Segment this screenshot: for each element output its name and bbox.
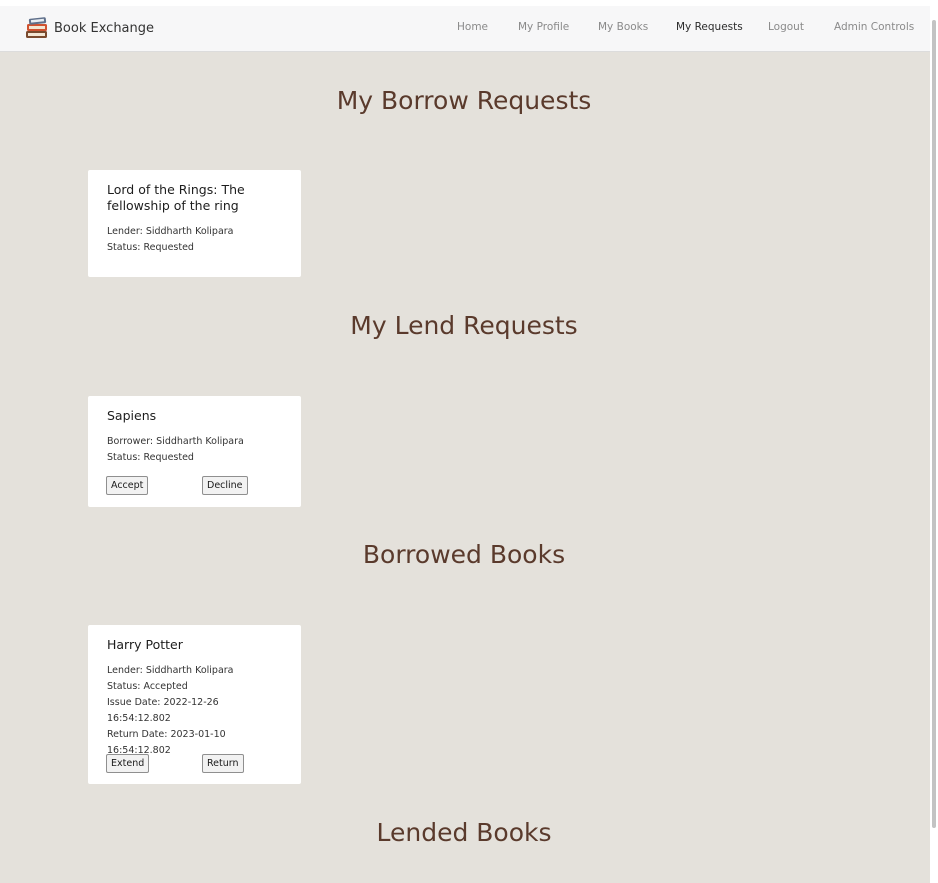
status-line: Status: Requested	[107, 242, 194, 253]
scrollbar[interactable]	[930, 0, 938, 883]
extend-button[interactable]: Extend	[106, 754, 150, 773]
lender-line: Lender: Siddharth Kolipara	[107, 226, 234, 237]
nav-my-profile[interactable]: My Profile	[518, 21, 569, 33]
nav-admin-controls[interactable]: Admin Controls	[834, 21, 914, 33]
decline-button[interactable]: Decline	[202, 476, 248, 495]
nav-logout[interactable]: Logout	[768, 21, 804, 33]
lend-request-card: Sapiens Borrower: Siddharth Kolipara Sta…	[88, 396, 301, 507]
scrollbar-thumb[interactable]	[932, 20, 936, 828]
borrowed-book-card: Harry Potter Lender: Siddharth Kolipara …	[88, 625, 301, 784]
issue-date-line: Issue Date: 2022-12-26 16:54:12.802	[107, 697, 219, 724]
borrow-requests-heading: My Borrow Requests	[336, 86, 592, 115]
lended-books-heading: Lended Books	[376, 818, 552, 847]
accept-button[interactable]: Accept	[106, 476, 149, 495]
nav-my-books[interactable]: My Books	[598, 21, 648, 33]
book-title: Lord of the Rings: The fellowship of the…	[107, 182, 245, 213]
brand-name: Book Exchange	[54, 20, 155, 36]
book-title: Harry Potter	[107, 637, 183, 652]
brand[interactable]: Book Exchange	[24, 15, 154, 41]
books-logo-icon	[26, 17, 47, 38]
borrowed-books-heading: Borrowed Books	[362, 540, 566, 569]
status-line: Status: Requested	[107, 452, 194, 463]
return-button[interactable]: Return	[202, 754, 244, 773]
status-line: Status: Accepted	[107, 681, 188, 692]
lend-requests-heading: My Lend Requests	[350, 311, 578, 340]
book-title: Sapiens	[107, 408, 157, 423]
borrower-line: Borrower: Siddharth Kolipara	[107, 436, 244, 447]
lender-line: Lender: Siddharth Kolipara	[107, 665, 234, 676]
navbar: Book Exchange Home My Profile My Books M…	[0, 6, 930, 52]
nav-my-requests[interactable]: My Requests	[676, 21, 743, 33]
borrow-request-card: Lord of the Rings: The fellowship of the…	[88, 170, 301, 277]
nav-home[interactable]: Home	[457, 21, 488, 33]
